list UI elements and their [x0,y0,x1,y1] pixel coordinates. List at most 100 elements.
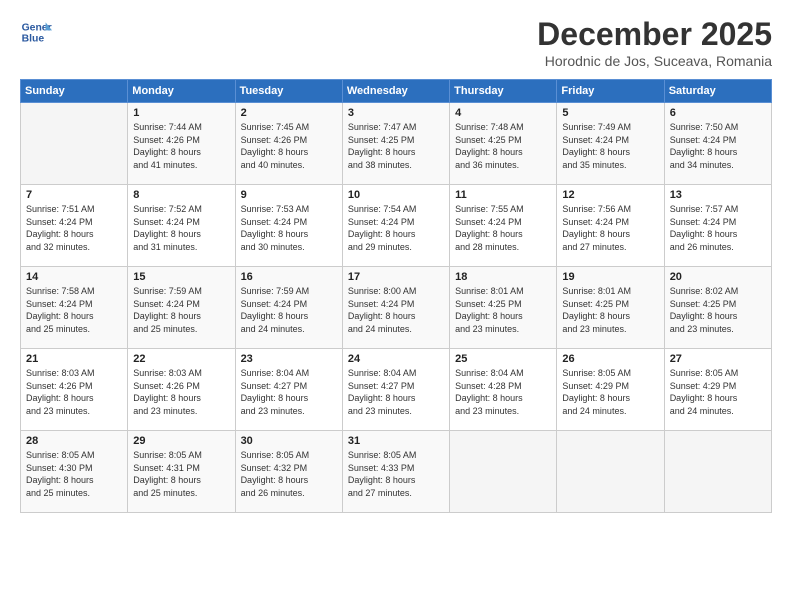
day-info: Sunrise: 7:49 AM Sunset: 4:24 PM Dayligh… [562,121,658,171]
calendar-cell: 5 Sunrise: 7:49 AM Sunset: 4:24 PM Daylig… [557,103,664,185]
day-info: Sunrise: 8:01 AM Sunset: 4:25 PM Dayligh… [562,285,658,335]
svg-text:Blue: Blue [22,34,45,45]
day-number: 26 [562,353,658,365]
calendar-header-friday: Friday [557,80,664,103]
page: General Blue December 2025 Horodnic de J… [0,0,792,612]
calendar-cell: 2 Sunrise: 7:45 AM Sunset: 4:26 PM Daylig… [235,103,342,185]
day-number: 5 [562,107,658,119]
title-block: December 2025 Horodnic de Jos, Suceava, … [537,16,772,69]
day-info: Sunrise: 8:05 AM Sunset: 4:31 PM Dayligh… [133,449,229,499]
day-number: 3 [348,107,444,119]
calendar-cell: 10 Sunrise: 7:54 AM Sunset: 4:24 PM Dayli… [342,185,449,267]
calendar-header-sunday: Sunday [21,80,128,103]
calendar-header-monday: Monday [128,80,235,103]
calendar-cell [664,431,771,513]
calendar-cell: 22 Sunrise: 8:03 AM Sunset: 4:26 PM Dayli… [128,349,235,431]
calendar-header-thursday: Thursday [450,80,557,103]
day-number: 7 [26,189,122,201]
calendar-cell [557,431,664,513]
day-number: 15 [133,271,229,283]
day-info: Sunrise: 8:05 AM Sunset: 4:30 PM Dayligh… [26,449,122,499]
day-info: Sunrise: 7:47 AM Sunset: 4:25 PM Dayligh… [348,121,444,171]
day-number: 13 [670,189,766,201]
day-info: Sunrise: 8:05 AM Sunset: 4:32 PM Dayligh… [241,449,337,499]
day-number: 19 [562,271,658,283]
calendar-cell: 6Sunrise: 7:50 AM Sunset: 4:24 PM Daylig… [664,103,771,185]
calendar-cell: 25 Sunrise: 8:04 AM Sunset: 4:28 PM Dayli… [450,349,557,431]
calendar-cell: 11 Sunrise: 7:55 AM Sunset: 4:24 PM Dayli… [450,185,557,267]
calendar-header-saturday: Saturday [664,80,771,103]
calendar-cell: 29Sunrise: 8:05 AM Sunset: 4:31 PM Dayli… [128,431,235,513]
calendar-cell [450,431,557,513]
day-number: 31 [348,435,444,447]
day-number: 28 [26,435,122,447]
logo: General Blue [20,16,52,48]
day-number: 14 [26,271,122,283]
day-info: Sunrise: 7:59 AM Sunset: 4:24 PM Dayligh… [241,285,337,335]
day-number: 1 [133,107,229,119]
calendar-cell: 28 Sunrise: 8:05 AM Sunset: 4:30 PM Dayli… [21,431,128,513]
day-info: Sunrise: 8:05 AM Sunset: 4:29 PM Dayligh… [562,367,658,417]
day-number: 18 [455,271,551,283]
calendar-cell: 20 Sunrise: 8:02 AM Sunset: 4:25 PM Dayli… [664,267,771,349]
location-subtitle: Horodnic de Jos, Suceava, Romania [537,53,772,69]
calendar-cell: 8Sunrise: 7:52 AM Sunset: 4:24 PM Daylig… [128,185,235,267]
day-info: Sunrise: 8:01 AM Sunset: 4:25 PM Dayligh… [455,285,551,335]
calendar-cell: 15 Sunrise: 7:59 AM Sunset: 4:24 PM Dayli… [128,267,235,349]
calendar-cell: 21Sunrise: 8:03 AM Sunset: 4:26 PM Dayli… [21,349,128,431]
day-info: Sunrise: 7:57 AM Sunset: 4:24 PM Dayligh… [670,203,766,253]
day-info: Sunrise: 8:05 AM Sunset: 4:33 PM Dayligh… [348,449,444,499]
day-number: 11 [455,189,551,201]
day-number: 16 [241,271,337,283]
day-info: Sunrise: 7:53 AM Sunset: 4:24 PM Dayligh… [241,203,337,253]
calendar-header-wednesday: Wednesday [342,80,449,103]
calendar-table: SundayMondayTuesdayWednesdayThursdayFrid… [20,79,772,513]
calendar-cell: 13 Sunrise: 7:57 AM Sunset: 4:24 PM Dayli… [664,185,771,267]
day-number: 22 [133,353,229,365]
day-number: 25 [455,353,551,365]
calendar-cell: 1Sunrise: 7:44 AM Sunset: 4:26 PM Daylig… [128,103,235,185]
day-info: Sunrise: 7:55 AM Sunset: 4:24 PM Dayligh… [455,203,551,253]
day-info: Sunrise: 8:04 AM Sunset: 4:27 PM Dayligh… [241,367,337,417]
calendar-cell: 9 Sunrise: 7:53 AM Sunset: 4:24 PM Daylig… [235,185,342,267]
day-number: 20 [670,271,766,283]
calendar-cell: 3 Sunrise: 7:47 AM Sunset: 4:25 PM Daylig… [342,103,449,185]
calendar-week-4: 21 Sunrise: 8:03 AM Sunset: 4:26 PM Dayli… [21,349,772,431]
calendar-cell: 23 Sunrise: 8:04 AM Sunset: 4:27 PM Dayli… [235,349,342,431]
calendar-cell: 7Sunrise: 7:51 AM Sunset: 4:24 PM Daylig… [21,185,128,267]
calendar-cell [21,103,128,185]
calendar-cell: 30 Sunrise: 8:05 AM Sunset: 4:32 PM Dayli… [235,431,342,513]
day-info: Sunrise: 8:03 AM Sunset: 4:26 PM Dayligh… [133,367,229,417]
day-info: Sunrise: 7:56 AM Sunset: 4:24 PM Dayligh… [562,203,658,253]
header: General Blue December 2025 Horodnic de J… [20,16,772,69]
day-number: 30 [241,435,337,447]
calendar-cell: 26 Sunrise: 8:05 AM Sunset: 4:29 PM Dayli… [557,349,664,431]
day-number: 9 [241,189,337,201]
calendar-cell: 18 Sunrise: 8:01 AM Sunset: 4:25 PM Dayli… [450,267,557,349]
calendar-cell: 17Sunrise: 8:00 AM Sunset: 4:24 PM Dayli… [342,267,449,349]
day-info: Sunrise: 7:45 AM Sunset: 4:26 PM Dayligh… [241,121,337,171]
calendar-header-tuesday: Tuesday [235,80,342,103]
day-info: Sunrise: 8:02 AM Sunset: 4:25 PM Dayligh… [670,285,766,335]
calendar-cell: 14 Sunrise: 7:58 AM Sunset: 4:24 PM Dayli… [21,267,128,349]
calendar-week-1: 1Sunrise: 7:44 AM Sunset: 4:26 PM Daylig… [21,103,772,185]
day-number: 10 [348,189,444,201]
day-number: 17 [348,271,444,283]
calendar-cell: 16 Sunrise: 7:59 AM Sunset: 4:24 PM Dayli… [235,267,342,349]
day-number: 2 [241,107,337,119]
day-info: Sunrise: 7:50 AM Sunset: 4:24 PM Dayligh… [670,121,766,171]
day-number: 23 [241,353,337,365]
calendar-header-row: SundayMondayTuesdayWednesdayThursdayFrid… [21,80,772,103]
day-info: Sunrise: 7:48 AM Sunset: 4:25 PM Dayligh… [455,121,551,171]
day-info: Sunrise: 7:54 AM Sunset: 4:24 PM Dayligh… [348,203,444,253]
day-number: 27 [670,353,766,365]
day-number: 21 [26,353,122,365]
day-info: Sunrise: 7:59 AM Sunset: 4:24 PM Dayligh… [133,285,229,335]
day-info: Sunrise: 7:58 AM Sunset: 4:24 PM Dayligh… [26,285,122,335]
day-number: 4 [455,107,551,119]
day-info: Sunrise: 8:04 AM Sunset: 4:28 PM Dayligh… [455,367,551,417]
day-number: 8 [133,189,229,201]
calendar-cell: 27 Sunrise: 8:05 AM Sunset: 4:29 PM Dayli… [664,349,771,431]
day-info: Sunrise: 8:05 AM Sunset: 4:29 PM Dayligh… [670,367,766,417]
month-title: December 2025 [537,16,772,53]
